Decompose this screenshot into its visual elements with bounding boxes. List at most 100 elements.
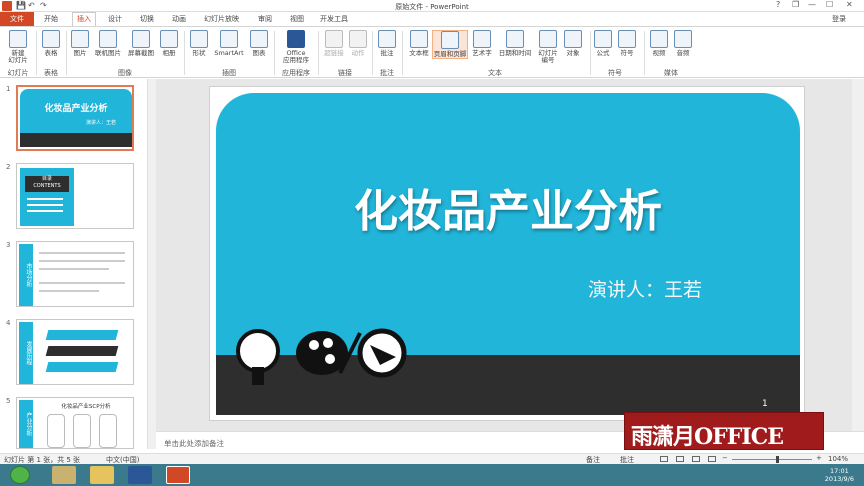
tab-file[interactable]: 文件 [0,12,34,26]
slide-title[interactable]: 化妆品产业分析 [216,175,800,239]
tab-design[interactable]: 设计 [108,14,122,24]
zoom-slider-thumb[interactable] [776,456,779,463]
tab-home[interactable]: 开始 [44,14,58,24]
tab-developer[interactable]: 开发工具 [320,14,348,24]
sorter-view-icon[interactable] [676,456,684,462]
thumbnail-scrollbar[interactable] [148,79,156,449]
slide-number: 1 [762,399,768,409]
speaker-icon [674,30,692,48]
equation-button[interactable]: 公式 [592,30,614,57]
thumb-slide-4[interactable]: 发展历程 [16,319,134,385]
pi-icon [594,30,612,48]
action-button[interactable]: 动作 [348,30,368,57]
screenshot-button[interactable]: 屏幕截图 [126,30,156,57]
smartart-button[interactable]: SmartArt [212,30,246,57]
online-picture-button[interactable]: 联机图片 [92,30,124,57]
minimize-icon[interactable]: — [808,0,816,9]
equation-label: 公式 [596,49,610,57]
symbol-button[interactable]: 符号 [616,30,638,57]
textbox-button[interactable]: 文本框 [406,30,432,57]
slideshow-view-icon[interactable] [708,456,716,462]
zoom-in-icon[interactable]: + [816,454,822,462]
shapes-icon [190,30,208,48]
thumb-5-title: 化妆品产业SCP分析 [61,404,111,410]
windows-taskbar: 17:01 2013/9/6 [0,464,864,486]
title-bar: 💾 ↶ ↷ 原始文件 - PowerPoint ? ❐ — ☐ ✕ [0,0,864,12]
main-scrollbar[interactable] [852,79,864,431]
screenshot-icon [132,30,150,48]
video-button[interactable]: 视频 [648,30,670,57]
help-icon[interactable]: ? [776,0,780,9]
word-taskbar-icon[interactable] [128,466,152,484]
group-slides: 幻灯片 [7,69,29,77]
hyperlink-button[interactable]: 超链接 [322,30,346,57]
thumb-slide-3[interactable]: 市场分析 [16,241,134,307]
thumb-number: 1 [6,85,11,93]
tab-animations[interactable]: 动画 [172,14,186,24]
object-button[interactable]: 对象 [562,30,584,57]
group-text: 文本 [488,69,502,77]
office-apps-label: Office 应用程序 [283,49,309,64]
textbox-icon [410,30,428,48]
thumb-slide-5[interactable]: 产业分析 化妆品产业SCP分析 [16,397,134,449]
wordart-button[interactable]: 艺术字 [470,30,494,57]
new-slide-button[interactable]: 新建 幻灯片 [4,30,32,64]
video-label: 视频 [652,49,666,57]
reading-view-icon[interactable] [692,456,700,462]
tab-view[interactable]: 视图 [290,14,304,24]
tab-transitions[interactable]: 切换 [140,14,154,24]
slide-subtitle[interactable]: 演讲人：王若 [588,275,702,302]
omega-icon [618,30,636,48]
zoom-out-icon[interactable]: − [722,454,728,462]
powerpoint-taskbar-icon[interactable] [166,466,190,484]
normal-view-icon[interactable] [660,456,668,462]
album-button[interactable]: 相册 [158,30,180,57]
picture-button[interactable]: 图片 [70,30,90,57]
date-time-button[interactable]: 日期和时间 [496,30,534,57]
shapes-button[interactable]: 形状 [188,30,210,57]
table-label: 表格 [44,49,58,57]
picture-icon [71,30,89,48]
current-slide[interactable]: 化妆品产业分析 演讲人：王若 1 [209,86,805,421]
ribbon: 新建 幻灯片 表格 图片 联机图片 屏幕截图 相册 形状 SmartArt 图表… [0,26,864,78]
header-footer-button[interactable]: 页眉和页脚 [432,30,468,59]
slide-number-button[interactable]: 幻灯片 编号 [536,30,560,64]
zoom-slider[interactable] [732,459,812,460]
textbox-label: 文本框 [409,49,429,57]
thumb-number: 4 [6,319,11,327]
chart-button[interactable]: 图表 [248,30,270,57]
ribbon-tabs: 文件 开始 插入 设计 切换 动画 幻灯片放映 审阅 视图 开发工具 登录 [0,12,864,26]
slide-number-icon [539,30,557,48]
watermark-logo: 雨潇月OFFICE [624,412,824,450]
start-button[interactable] [10,466,30,484]
thumb-2-sub: CONTENTS [33,183,61,189]
group-media: 媒体 [664,69,678,77]
ribbon-display-icon[interactable]: ❐ [792,0,799,9]
album-label: 相册 [162,49,176,57]
zoom-level[interactable]: 104% [828,455,848,463]
screenshot-label: 屏幕截图 [128,49,154,57]
tab-insert[interactable]: 插入 [72,12,96,26]
ie-taskbar-icon[interactable] [52,466,76,484]
close-icon[interactable]: ✕ [846,0,853,9]
thumb-3-side: 市场分析 [19,244,33,306]
new-slide-label: 新建 幻灯片 [8,49,28,64]
tab-slideshow[interactable]: 幻灯片放映 [204,14,239,24]
thumb-slide-1[interactable]: 化妆品产业分析 演讲人：王若 [16,85,134,151]
explorer-taskbar-icon[interactable] [90,466,114,484]
audio-button[interactable]: 音频 [672,30,694,57]
slide-thumbnail-pane[interactable]: 1 化妆品产业分析 演讲人：王若 2 目录 CONTENTS 3 市场分析 4 发… [0,79,148,449]
table-button[interactable]: 表格 [40,30,62,57]
status-bar: 幻灯片 第 1 张，共 5 张 中文(中国) 备注 批注 − + 104% [0,453,864,464]
office-apps-icon [287,30,305,48]
hyperlink-label: 超链接 [324,49,344,57]
office-apps-button[interactable]: Office 应用程序 [278,30,314,64]
album-icon [160,30,178,48]
tab-review[interactable]: 审阅 [258,14,272,24]
thumb-slide-2[interactable]: 目录 CONTENTS [16,163,134,229]
system-clock[interactable]: 17:01 2013/9/6 [825,467,854,483]
notes-placeholder: 单击此处添加备注 [164,439,224,448]
login-link[interactable]: 登录 [832,14,846,24]
maximize-icon[interactable]: ☐ [826,0,833,9]
comment-button[interactable]: 批注 [376,30,398,57]
